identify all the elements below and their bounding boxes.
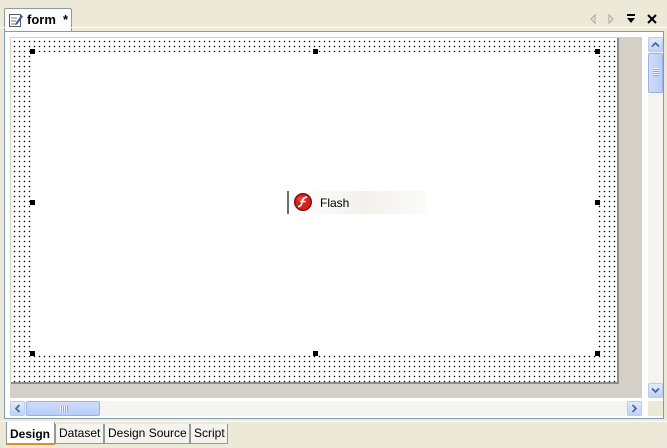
design-canvas: Flash <box>10 37 642 398</box>
selection-handle-top[interactable] <box>313 49 318 54</box>
tab-dirty-marker: * <box>63 12 69 27</box>
selection-handle-bottom-right[interactable] <box>595 351 600 356</box>
tab-list-icon[interactable] <box>624 12 638 26</box>
editor-tab-bar: form * <box>0 4 667 31</box>
selection-handle-bottom-left[interactable] <box>30 351 35 356</box>
tab-script[interactable]: Script <box>190 424 228 444</box>
grip-icon <box>60 406 68 412</box>
selection-handle-right[interactable] <box>595 200 600 205</box>
scroll-left-button[interactable] <box>10 401 25 416</box>
selection-handle-top-right[interactable] <box>595 49 600 54</box>
nav-right-icon[interactable] <box>604 12 618 26</box>
close-icon[interactable] <box>645 12 659 26</box>
horizontal-scrollbar[interactable] <box>10 401 642 416</box>
tab-design-source[interactable]: Design Source <box>104 424 190 444</box>
flash-player-icon <box>293 192 313 212</box>
view-tab-bar: Design Dataset Design Source Script <box>0 421 667 448</box>
flash-component[interactable]: Flash <box>33 52 597 354</box>
scroll-up-button[interactable] <box>648 37 663 52</box>
tab-design[interactable]: Design <box>6 422 55 445</box>
flash-component-label[interactable]: Flash <box>287 191 427 214</box>
horizontal-scroll-thumb[interactable] <box>26 401 100 416</box>
scroll-right-button[interactable] <box>627 401 642 416</box>
tab-title: form <box>27 12 56 27</box>
selection-handle-bottom[interactable] <box>313 351 318 356</box>
selection-handle-left[interactable] <box>30 200 35 205</box>
design-editor: Flash <box>4 31 664 419</box>
vertical-scroll-thumb[interactable] <box>648 53 663 93</box>
form-edit-icon <box>9 13 23 27</box>
scroll-down-button[interactable] <box>648 383 663 398</box>
scrollbar-corner <box>648 401 663 416</box>
form-surface[interactable]: Flash <box>11 38 619 384</box>
selection-handle-top-left[interactable] <box>30 49 35 54</box>
vertical-scrollbar[interactable] <box>648 37 663 398</box>
tab-bar-divider <box>0 27 667 28</box>
grip-icon <box>653 68 659 76</box>
nav-left-icon[interactable] <box>586 12 600 26</box>
tab-dataset[interactable]: Dataset <box>55 424 104 444</box>
flash-label-text: Flash <box>320 196 350 210</box>
editor-window: form * Flash Design Dataset Design Sourc… <box>0 0 667 448</box>
